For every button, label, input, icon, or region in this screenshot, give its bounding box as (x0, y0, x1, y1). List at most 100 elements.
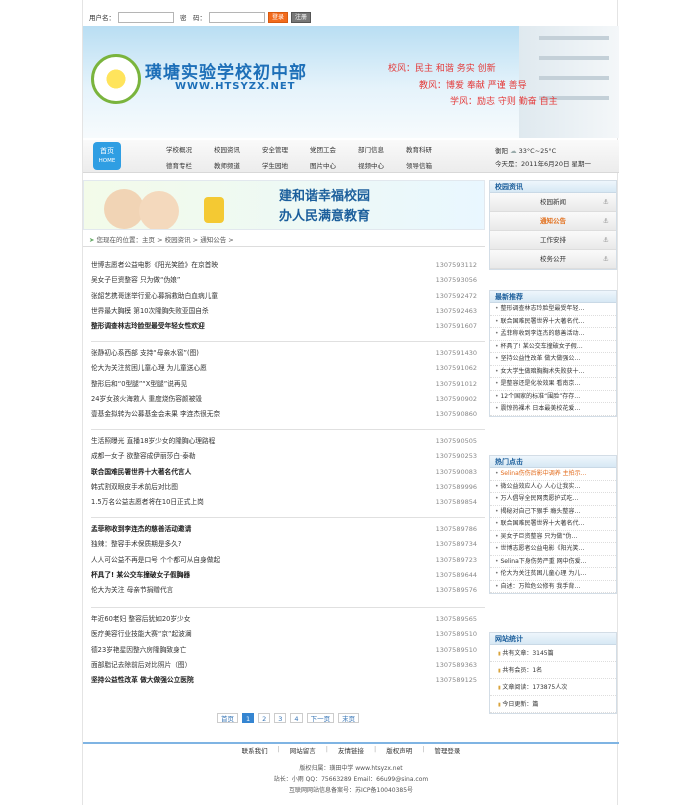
news-title[interactable]: 世界最大胸模 第10次隆胸失败亚国自杀 (91, 304, 209, 319)
nav-item[interactable]: 领导信箱 (395, 160, 443, 170)
news-title[interactable]: 医疗美容行业技能大赛“京”起波澜 (91, 627, 192, 642)
news-title[interactable]: 杯具了! 某公交车撞破女子假胸器 (91, 568, 190, 583)
hot-item[interactable]: 揭秘对自己下狠手 瘾头整容… (490, 506, 616, 518)
nav-item[interactable]: 党团工会 (299, 144, 347, 154)
pager-page-4[interactable]: 4 (290, 713, 303, 723)
nav-item[interactable]: 图片中心 (299, 160, 347, 170)
pager-last[interactable]: 末页 (338, 713, 360, 723)
news-title[interactable]: 年近60老妇 整容后犹如20岁少女 (91, 612, 190, 627)
news-row[interactable]: 面部脂记去除前后对比照片（图） 1307589363 (91, 658, 485, 673)
hot-item[interactable]: 吴女子巨资整容 只为做“伪… (490, 531, 616, 543)
sidebar-item-work-plan[interactable]: 工作安排 (490, 231, 616, 250)
nav-item[interactable]: 安全管理 (251, 144, 299, 154)
stat-item[interactable]: 共有会员：1名 (490, 662, 616, 679)
news-row[interactable]: 整形调查林志玲脸型最受年轻女性欢迎 1307591607 (91, 319, 485, 334)
hot-item[interactable]: 微公益效应人心 人心让我实… (490, 481, 616, 493)
rec-item[interactable]: 女大学生做暗胸胸术失败获十… (490, 366, 616, 378)
hot-item[interactable]: 世博志愿者公益电影《阳光笑… (490, 543, 616, 556)
news-title[interactable]: 伦大为关注贫困儿童心理 为儿童送心愿 (91, 361, 207, 376)
pager-page-1[interactable]: 1 (242, 713, 255, 723)
nav-home[interactable]: 首页 HOME (93, 142, 121, 170)
news-row[interactable]: 世博志愿者公益电影《阳光笑脸》在京首映 1307593112 (91, 258, 485, 273)
news-title[interactable]: 人人可公益不再是口号 个个都可从自身做起 (91, 553, 220, 568)
news-row[interactable]: 年近60老妇 整容后犹如20岁少女 1307589565 (91, 612, 485, 627)
news-title[interactable]: 伦大为关注 母亲节捐赠代言 (91, 583, 173, 598)
news-title[interactable]: 面部脂记去除前后对比照片（图） (91, 658, 191, 673)
nav-item[interactable]: 德育专栏 (155, 160, 203, 170)
nav-item[interactable]: 教育科研 (395, 144, 443, 154)
news-title[interactable]: 壹基金拟转为公募基金会未果 李连杰很无奈 (91, 407, 220, 422)
news-row[interactable]: 24岁女孩火海救人 重度烧伤容颜被毁 1307590902 (91, 392, 485, 407)
rec-item[interactable]: 是整容还是化妆效果 看南京… (490, 378, 616, 391)
news-row[interactable]: 人人可公益不再是口号 个个都可从自身做起 1307589723 (91, 553, 485, 568)
news-row[interactable]: 世界最大胸模 第10次隆胸失败亚国自杀 1307592463 (91, 304, 485, 319)
news-title[interactable]: 坚持公益性改革 做大做强公立医院 (91, 673, 194, 688)
news-title[interactable]: 生活照曝光 直播18岁少女的隆胸心理路程 (91, 434, 215, 449)
sidebar-item-notices[interactable]: 通知公告 (490, 212, 616, 231)
pager-page-3[interactable]: 3 (274, 713, 287, 723)
nav-item[interactable]: 学生园地 (251, 160, 299, 170)
news-row[interactable]: 整形后和“0型腿”“X型腿”说再见 1307591012 (91, 377, 485, 392)
hot-item[interactable]: 伦大为关注贫困儿童心理 为儿… (490, 568, 616, 581)
news-row[interactable]: 孟菲称收到李连杰的慈善活动邀请 1307589786 (91, 522, 485, 537)
hot-item[interactable]: Selina下身伤势严重 网中伤爱… (490, 556, 616, 568)
news-title[interactable]: 世博志愿者公益电影《阳光笑脸》在京首映 (91, 258, 218, 273)
news-title[interactable]: 24岁女孩火海救人 重度烧伤容颜被毁 (91, 392, 202, 407)
news-title[interactable]: 1.5万名公益志愿者将在10日正式上岗 (91, 495, 204, 510)
news-row[interactable]: 韩式割双眼皮手术前后对比图 1307589996 (91, 480, 485, 495)
pager-next[interactable]: 下一页 (306, 713, 335, 723)
stat-item[interactable]: 共有文章：3145篇 (490, 645, 616, 662)
footer-link[interactable]: 版权声明 (386, 745, 412, 755)
news-row[interactable]: 张韶艺携哥迷举行爱心募捐救助白血病儿童 1307592472 (91, 289, 485, 304)
news-title[interactable]: 吴女子巨资整容 只为做“伪娘” (91, 273, 180, 288)
news-row[interactable]: 联合国难民署世界十大著名代言人 1307590083 (91, 465, 485, 480)
nav-item[interactable]: 部门信息 (347, 144, 395, 154)
news-row[interactable]: 德23岁艳星因整六房隆胸致身亡 1307589510 (91, 643, 485, 658)
rec-item[interactable]: 12个国家的标准“围脸”存存… (490, 391, 616, 403)
rec-item[interactable]: 整形调查林志玲脸型最受年轻… (490, 303, 616, 316)
news-row[interactable]: 坚持公益性改革 做大做强公立医院 1307589125 (91, 673, 485, 688)
news-title[interactable]: 独辣：整容手术保质期是多久? (91, 537, 182, 552)
stat-item[interactable]: 文章阅读：173875人次 (490, 679, 616, 696)
news-title[interactable]: 成都一女子 欲整容成伊丽莎白·泰勒 (91, 449, 196, 464)
news-title[interactable]: 韩式割双眼皮手术前后对比图 (91, 480, 178, 495)
footer-link[interactable]: 网站留言 (290, 745, 316, 755)
hot-item[interactable]: 联合国难民署世界十大著名代… (490, 518, 616, 531)
news-row[interactable]: 1.5万名公益志愿者将在10日正式上岗 1307589854 (91, 495, 485, 510)
hot-item[interactable]: 万人倡导全民网责愿护式吃… (490, 493, 616, 506)
hot-item[interactable]: 自述：万险危公修有 我手背… (490, 581, 616, 593)
news-row[interactable]: 杯具了! 某公交车撞破女子假胸器 1307589644 (91, 568, 485, 583)
footer-link[interactable]: 联系我们 (242, 745, 268, 755)
rec-item[interactable]: 孟菲称收到李连杰的慈善活动… (490, 328, 616, 341)
news-title[interactable]: 张韶艺携哥迷举行爱心募捐救助白血病儿童 (91, 289, 218, 304)
news-title[interactable]: 孟菲称收到李连杰的慈善活动邀请 (91, 522, 191, 537)
sidebar-item-campus-news[interactable]: 校园新闻 (490, 193, 616, 212)
nav-item[interactable]: 视频中心 (347, 160, 395, 170)
register-button[interactable]: 注册 (291, 11, 311, 23)
news-row[interactable]: 生活照曝光 直播18岁少女的隆胸心理路程 1307590505 (91, 434, 485, 449)
password-input[interactable] (209, 11, 265, 23)
news-row[interactable]: 医疗美容行业技能大赛“京”起波澜 1307589510 (91, 627, 485, 642)
username-input[interactable] (118, 11, 174, 23)
news-title[interactable]: 整形调查林志玲脸型最受年轻女性欢迎 (91, 319, 205, 334)
login-button[interactable]: 登录 (268, 11, 288, 23)
nav-item[interactable]: 教师频道 (203, 160, 251, 170)
news-row[interactable]: 张静初心系西部 支持“母亲水窖”(图) 1307591430 (91, 346, 485, 361)
news-title[interactable]: 德23岁艳星因整六房隆胸致身亡 (91, 643, 186, 658)
news-title[interactable]: 整形后和“0型腿”“X型腿”说再见 (91, 377, 187, 392)
news-row[interactable]: 壹基金拟转为公募基金会未果 李连杰很无奈 1307590860 (91, 407, 485, 422)
sidebar-item-affairs[interactable]: 校务公开 (490, 250, 616, 269)
rec-item[interactable]: 联合国难民署世界十大著名代… (490, 316, 616, 328)
news-row[interactable]: 成都一女子 欲整容成伊丽莎白·泰勒 1307590253 (91, 449, 485, 464)
pager-first[interactable]: 首页 (217, 713, 238, 723)
hot-item[interactable]: Selina伤伤后影中调养 主拍示… (490, 468, 616, 481)
news-row[interactable]: 吴女子巨资整容 只为做“伪娘” 1307593056 (91, 273, 485, 288)
rec-item[interactable]: 坚持公益性改革 做大做强公… (490, 353, 616, 366)
rec-item[interactable]: 杯具了! 某公交车撞破女子假… (490, 341, 616, 353)
news-title[interactable]: 联合国难民署世界十大著名代言人 (91, 465, 191, 480)
pager-page-2[interactable]: 2 (258, 713, 271, 723)
news-row[interactable]: 独辣：整容手术保质期是多久? 1307589734 (91, 537, 485, 552)
news-title[interactable]: 张静初心系西部 支持“母亲水窖”(图) (91, 346, 199, 361)
news-row[interactable]: 伦大为关注贫困儿童心理 为儿童送心愿 1307591062 (91, 361, 485, 376)
stat-item[interactable]: 今日更新：篇 (490, 696, 616, 713)
